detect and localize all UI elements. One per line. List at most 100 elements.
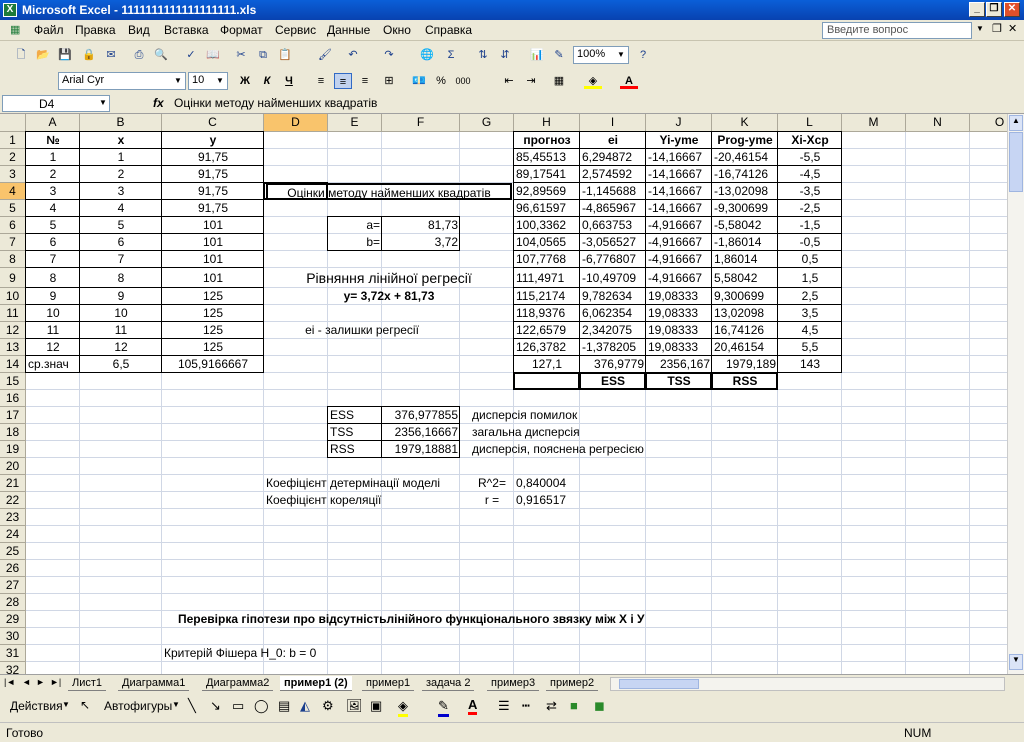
open-icon[interactable]: 📂 bbox=[34, 47, 52, 63]
b-label-cell[interactable]: b= bbox=[330, 234, 380, 251]
column-header-e[interactable]: E bbox=[328, 114, 382, 132]
row-header-18[interactable]: 18 bbox=[0, 424, 26, 441]
table-cell[interactable]: 3 bbox=[28, 183, 78, 200]
help-icon[interactable]: ? bbox=[634, 47, 652, 63]
table-cell[interactable]: 2 bbox=[28, 166, 78, 183]
table-header-cell[interactable]: прогноз bbox=[516, 132, 578, 149]
sheet-tab[interactable]: пример3 bbox=[487, 676, 540, 691]
row-header-11[interactable]: 11 bbox=[0, 305, 26, 322]
table-cell[interactable]: 10 bbox=[82, 305, 160, 322]
table-cell[interactable]: 96,61597 bbox=[516, 200, 578, 217]
table-header-cell[interactable]: y bbox=[164, 132, 262, 149]
align-right-icon[interactable]: ≡ bbox=[356, 73, 374, 89]
table-cell[interactable]: 100,3362 bbox=[516, 217, 578, 234]
arrow-style-icon[interactable]: ⇄ bbox=[546, 698, 557, 714]
menu-data[interactable]: Данные bbox=[327, 23, 370, 37]
menu-tools[interactable]: Сервис bbox=[275, 23, 316, 37]
table-cell[interactable]: 4,5 bbox=[780, 322, 840, 339]
table-cell[interactable]: 11 bbox=[28, 322, 78, 339]
table-cell[interactable]: -10,49709 bbox=[582, 268, 644, 288]
mean-x-cell[interactable]: 6,5 bbox=[82, 356, 160, 373]
table-cell[interactable]: 1,86014 bbox=[714, 251, 776, 268]
minimize-button[interactable]: _ bbox=[969, 2, 985, 17]
determination-value-cell[interactable]: 0,840004 bbox=[516, 475, 578, 492]
sheet-tab[interactable]: Лист1 bbox=[68, 676, 107, 691]
table-cell[interactable]: 11 bbox=[82, 322, 160, 339]
variance-label-cell[interactable]: RSS bbox=[330, 441, 380, 458]
table-cell[interactable]: 1 bbox=[28, 149, 78, 166]
next-sheet-icon[interactable]: ► bbox=[36, 677, 45, 687]
table-cell[interactable]: 91,75 bbox=[164, 149, 262, 166]
table-cell[interactable]: 4 bbox=[28, 200, 78, 217]
variance-label-cell[interactable]: ESS bbox=[330, 407, 380, 424]
table-cell[interactable]: 9 bbox=[82, 288, 160, 305]
a-label-cell[interactable]: a= bbox=[330, 217, 380, 234]
row-header-10[interactable]: 10 bbox=[0, 288, 26, 305]
cut-icon[interactable]: ✂ bbox=[232, 47, 250, 63]
variance-label-cell[interactable]: TSS bbox=[330, 424, 380, 441]
decrease-indent-icon[interactable]: ⇤ bbox=[500, 73, 518, 89]
row-header-12[interactable]: 12 bbox=[0, 322, 26, 339]
table-cell[interactable]: 2,574592 bbox=[582, 166, 644, 183]
new-icon[interactable]: 🗋 bbox=[12, 47, 30, 63]
merge-center-icon[interactable]: ⊞ bbox=[380, 73, 398, 89]
sort-descending-icon[interactable]: ⇵ bbox=[496, 47, 514, 63]
spelling-icon[interactable]: ✓ bbox=[182, 47, 200, 63]
copy-icon[interactable]: ⧉ bbox=[254, 47, 272, 63]
table-cell[interactable]: 10 bbox=[28, 305, 78, 322]
table-cell[interactable]: 111,4971 bbox=[516, 268, 578, 288]
sheet-tab[interactable]: пример2 bbox=[546, 676, 599, 691]
arrow-icon[interactable]: ↘ bbox=[210, 698, 221, 714]
table-cell[interactable]: -1,5 bbox=[780, 217, 840, 234]
table-cell[interactable]: 13,02098 bbox=[714, 305, 776, 322]
sort-ascending-icon[interactable]: ⇅ bbox=[474, 47, 492, 63]
scroll-down-icon[interactable]: ▼ bbox=[1009, 654, 1023, 670]
table-cell[interactable]: 2 bbox=[82, 166, 160, 183]
row-header-24[interactable]: 24 bbox=[0, 526, 26, 543]
table-cell[interactable]: 104,0565 bbox=[516, 234, 578, 251]
correlation-label-cell[interactable]: Коефіцієнт кореляції bbox=[266, 492, 381, 509]
row-header-32[interactable]: 32 bbox=[0, 662, 26, 674]
menu-format[interactable]: Формат bbox=[220, 23, 263, 37]
table-cell[interactable]: 125 bbox=[164, 288, 262, 305]
total-cell[interactable]: 127,1 bbox=[516, 356, 578, 373]
b-value-cell[interactable]: 3,72 bbox=[384, 234, 458, 251]
table-cell[interactable]: -4,5 bbox=[780, 166, 840, 183]
actions-menu[interactable]: Действия bbox=[10, 699, 63, 713]
total-cell[interactable]: 1979,189 bbox=[714, 356, 776, 373]
row-header-3[interactable]: 3 bbox=[0, 166, 26, 183]
column-header-c[interactable]: C bbox=[162, 114, 264, 132]
sheet-tab[interactable]: Диаграмма1 bbox=[118, 676, 190, 691]
mean-y-cell[interactable]: 105,9166667 bbox=[164, 356, 262, 373]
table-cell[interactable]: 9 bbox=[28, 288, 78, 305]
help-dropdown-icon[interactable]: ▼ bbox=[976, 24, 984, 33]
table-cell[interactable]: 91,75 bbox=[164, 166, 262, 183]
permission-icon[interactable]: 🔒 bbox=[80, 47, 98, 63]
total-cell[interactable]: 2356,167 bbox=[648, 356, 710, 373]
table-cell[interactable]: 92,89569 bbox=[516, 183, 578, 200]
table-cell[interactable]: 85,45513 bbox=[516, 149, 578, 166]
row-header-8[interactable]: 8 bbox=[0, 251, 26, 268]
table-cell[interactable]: -3,056527 bbox=[582, 234, 644, 251]
table-cell[interactable]: -14,16667 bbox=[648, 200, 710, 217]
row-header-4[interactable]: 4 bbox=[0, 183, 26, 200]
research-icon[interactable]: 📖 bbox=[204, 47, 222, 63]
clipart-icon[interactable]: 🖼 bbox=[346, 698, 363, 714]
row-header-31[interactable]: 31 bbox=[0, 645, 26, 662]
scroll-thumb[interactable] bbox=[1009, 132, 1023, 192]
hyperlink-icon[interactable]: 🌐 bbox=[418, 47, 436, 63]
column-header-m[interactable]: M bbox=[842, 114, 906, 132]
table-cell[interactable]: -1,378205 bbox=[582, 339, 644, 356]
row-header-5[interactable]: 5 bbox=[0, 200, 26, 217]
total-cell[interactable]: 143 bbox=[780, 356, 840, 373]
horizontal-scrollbar[interactable] bbox=[610, 677, 1005, 691]
table-cell[interactable]: 9,782634 bbox=[582, 288, 644, 305]
table-cell[interactable]: -14,16667 bbox=[648, 149, 710, 166]
table-cell[interactable]: 122,6579 bbox=[516, 322, 578, 339]
table-cell[interactable]: 3,5 bbox=[780, 305, 840, 322]
table-cell[interactable]: 101 bbox=[164, 217, 262, 234]
table-cell[interactable]: 19,08333 bbox=[648, 339, 710, 356]
column-header-j[interactable]: J bbox=[646, 114, 712, 132]
row-header-21[interactable]: 21 bbox=[0, 475, 26, 492]
column-header-a[interactable]: A bbox=[26, 114, 80, 132]
